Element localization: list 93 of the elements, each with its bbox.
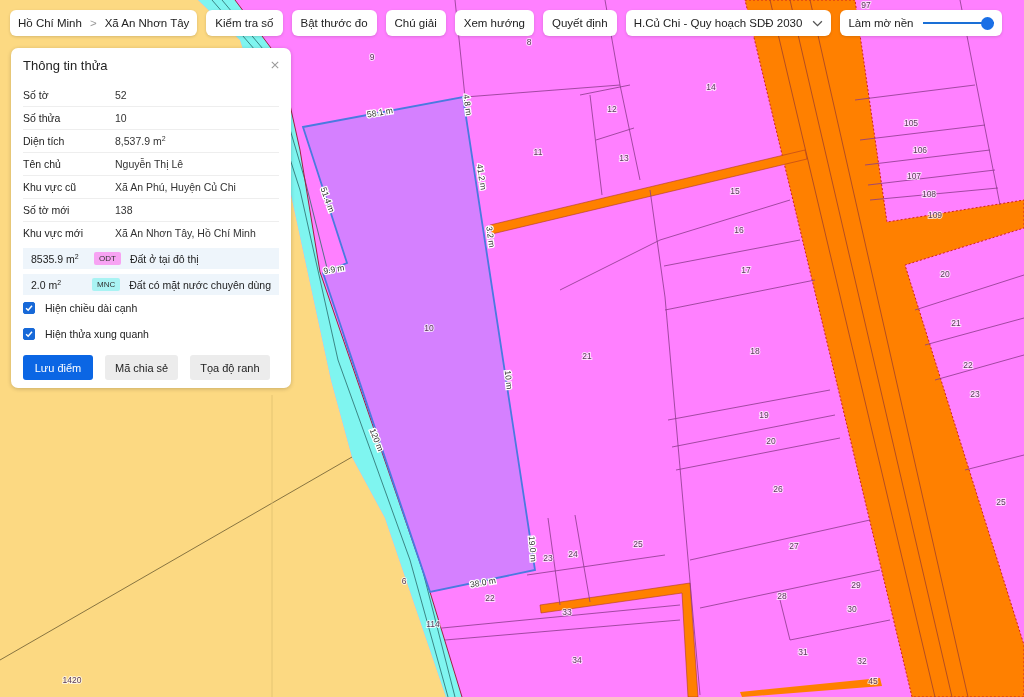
parcel-number: 21 bbox=[582, 351, 592, 361]
parcel-number: 25 bbox=[633, 539, 643, 549]
toolbar-button[interactable]: Chú giải bbox=[385, 10, 446, 36]
parcel-number: 28 bbox=[777, 591, 787, 601]
edge-length: 120 m bbox=[367, 426, 386, 453]
edge-length: 58.1 m bbox=[366, 105, 394, 120]
parcel-number: 30 bbox=[847, 604, 857, 614]
field-label: Số thửa bbox=[23, 112, 62, 124]
parcel-number: 26 bbox=[773, 484, 783, 494]
parcel-number: 108 bbox=[921, 189, 937, 199]
parcel-number: 106 bbox=[912, 145, 928, 155]
edge-length: 19.0 m bbox=[526, 535, 539, 563]
toolbar-button[interactable]: Quyết định bbox=[543, 10, 617, 36]
action-button[interactable]: Tọa độ ranh bbox=[190, 355, 270, 380]
separator: > bbox=[89, 17, 97, 29]
parcel-number: 24 bbox=[568, 549, 578, 559]
parcel-number: 32 bbox=[857, 656, 867, 666]
parcel-number: 23 bbox=[970, 389, 980, 399]
parcel-number: 22 bbox=[963, 360, 973, 370]
parcel-number: 20 bbox=[766, 436, 776, 446]
edge-length: 10 m bbox=[502, 370, 515, 390]
parcel-number: 19 bbox=[759, 410, 769, 420]
breadcrumb-link[interactable]: Hồ Chí Minh bbox=[18, 17, 82, 29]
edge-length: 3.2 m bbox=[484, 225, 498, 249]
parcel-number: 25 bbox=[996, 497, 1006, 507]
edge-length: 41.2 m bbox=[474, 163, 489, 191]
parcel-number: 27 bbox=[789, 541, 799, 551]
field-label: Số tờ mới bbox=[23, 204, 71, 216]
parcel-number: 97 bbox=[861, 0, 871, 10]
parcel-number: 22 bbox=[485, 593, 495, 603]
plan-select[interactable]: H.Củ Chi - Quy hoạch SDĐ 2030 bbox=[625, 10, 832, 36]
slider-thumb[interactable] bbox=[981, 16, 995, 30]
field-value: 10 bbox=[115, 112, 127, 124]
field-label: Khu vực cũ bbox=[23, 181, 78, 193]
save-button[interactable]: Lưu điểm bbox=[23, 355, 93, 380]
field-label: Diện tích bbox=[23, 135, 66, 147]
parcel-number: 20 bbox=[940, 269, 950, 279]
parcel-number: 21 bbox=[951, 318, 961, 328]
parcel-number: 16 bbox=[734, 225, 744, 235]
parcel-number: 29 bbox=[851, 580, 861, 590]
field-label: Tên chủ bbox=[23, 158, 62, 170]
parcel-number: 14 bbox=[706, 82, 716, 92]
edge-length: 9.9 m bbox=[322, 262, 346, 277]
parcel-number: 105 bbox=[903, 118, 919, 128]
parcel-number: 10 bbox=[424, 323, 434, 333]
field-value: Xã An Phú, Huyện Củ Chi bbox=[115, 181, 236, 193]
parcel-number: 45 bbox=[868, 676, 878, 686]
toolbar-button[interactable]: Xem hướng bbox=[454, 10, 534, 36]
land-use-description: Đất ở tại đô thị bbox=[129, 252, 199, 265]
checkbox-label: Hiện chiều dài cạnh bbox=[45, 302, 138, 314]
field-value: 138 bbox=[115, 204, 133, 216]
action-button[interactable]: Mã chia sẻ bbox=[105, 355, 179, 380]
land-code-tag: ODT bbox=[94, 252, 121, 265]
checkbox[interactable] bbox=[23, 302, 35, 314]
land-area: 2.0 m$^{2}$ bbox=[31, 278, 93, 291]
close-icon[interactable] bbox=[271, 61, 279, 69]
panel-title: Thông tin thửa bbox=[23, 57, 108, 73]
fade-label: Làm mờ nền bbox=[848, 17, 914, 29]
land-use-description: Đất có mặt nước chuyên dùng bbox=[129, 278, 271, 291]
parcel-number: 9 bbox=[369, 52, 375, 62]
chevron-down-icon bbox=[812, 19, 824, 27]
parcel-number: 17 bbox=[741, 265, 751, 275]
parcel-number: 15 bbox=[730, 186, 740, 196]
parcel-number: 8 bbox=[526, 37, 532, 47]
parcel-number: 1420 bbox=[62, 675, 82, 685]
breadcrumb-link[interactable]: Xã An Nhơn Tây bbox=[104, 17, 190, 29]
selected-parcel[interactable] bbox=[301, 95, 536, 594]
field-label: Số tờ bbox=[23, 89, 50, 101]
field-value: Xã An Nhơn Tây, Hồ Chí Minh bbox=[115, 227, 256, 239]
parcel-number: 6 bbox=[401, 576, 407, 586]
parcel-number: 13 bbox=[619, 153, 629, 163]
field-value: 8,537.9 m$^{2}$ bbox=[115, 135, 166, 147]
toolbar-button[interactable]: Kiểm tra số bbox=[206, 10, 283, 36]
parcel-number: 12 bbox=[607, 104, 617, 114]
checkbox-label: Hiện thửa xung quanh bbox=[45, 328, 149, 340]
edge-length: 38.0 m bbox=[469, 575, 497, 590]
field-value: 52 bbox=[115, 89, 127, 101]
parcel-number: 23 bbox=[543, 553, 553, 563]
parcel-number: 31 bbox=[798, 647, 808, 657]
parcel-number: 11 bbox=[533, 147, 543, 157]
field-label: Khu vực mới bbox=[23, 227, 84, 239]
field-value: Nguyễn Thị Lê bbox=[115, 158, 184, 170]
parcel-number: 33 bbox=[562, 607, 572, 617]
checkbox[interactable] bbox=[23, 328, 35, 340]
toolbar-button[interactable]: Bật thước đo bbox=[291, 10, 377, 36]
parcel-number: 34 bbox=[572, 655, 582, 665]
parcel-number: 114 bbox=[426, 619, 440, 629]
parcel-number: 107 bbox=[906, 171, 922, 181]
edge-length: 4.8 m bbox=[461, 93, 475, 117]
edge-length: 51.4 m bbox=[318, 185, 337, 214]
land-area: 8535.9 m$^{2}$ bbox=[31, 252, 94, 265]
parcel-number: 18 bbox=[750, 346, 760, 356]
land-code-tag: MNC bbox=[92, 278, 121, 291]
